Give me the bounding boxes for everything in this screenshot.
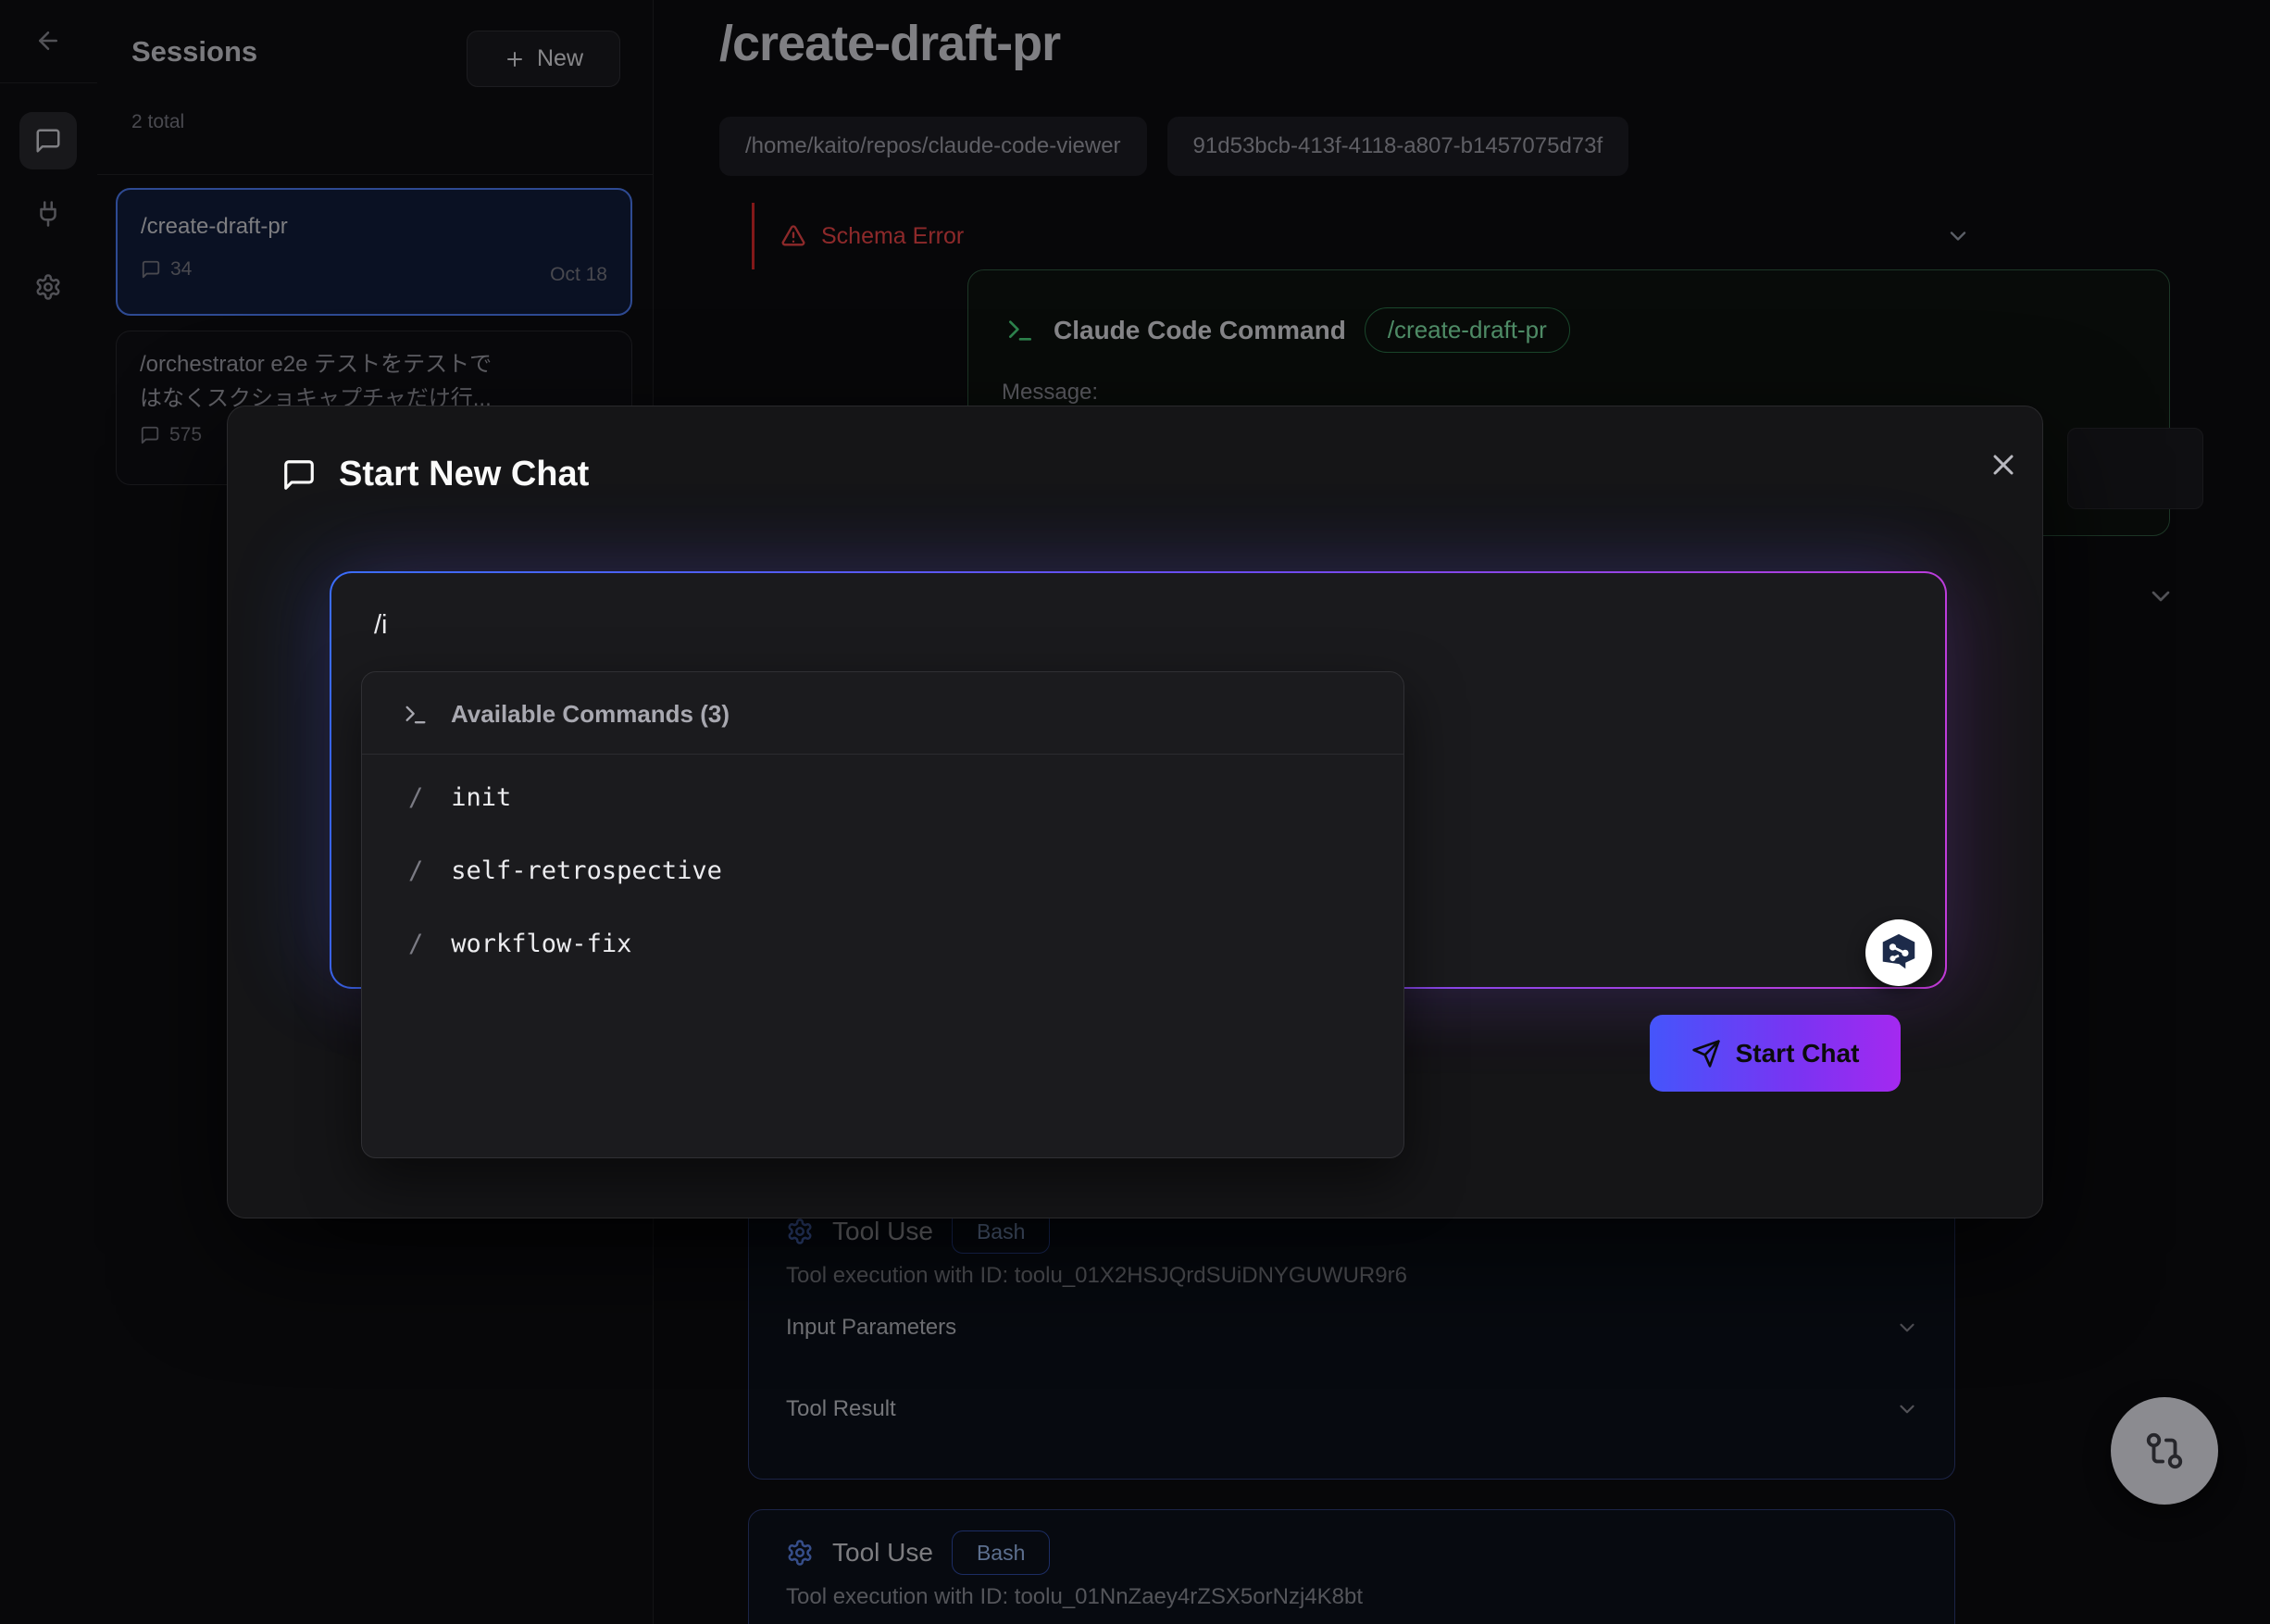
modal-title: Start New Chat: [339, 455, 589, 494]
extension-logo-button[interactable]: [1865, 919, 1932, 986]
command-prefix: /: [408, 783, 423, 812]
command-name: self-retrospective: [451, 856, 722, 885]
dropdown-divider: [362, 754, 1403, 755]
dev-tools-fab[interactable]: [2111, 1397, 2218, 1505]
command-prefix: /: [408, 930, 423, 958]
close-icon: [1987, 448, 2020, 481]
app-root: Sessions New 2 total /create-draft-pr 34…: [0, 0, 2270, 1624]
start-chat-button[interactable]: Start Chat: [1650, 1015, 1901, 1092]
message-input-value: /i: [374, 610, 388, 641]
command-name: workflow-fix: [451, 930, 631, 958]
close-button[interactable]: [1977, 439, 2029, 491]
start-new-chat-modal: Start New Chat /i Available Commands (3)…: [227, 406, 2043, 1218]
command-item-workflow-fix[interactable]: / workflow-fix: [362, 906, 1403, 981]
command-prefix: /: [408, 856, 423, 885]
command-item-self-retrospective[interactable]: / self-retrospective: [362, 833, 1403, 907]
commands-header: Available Commands (3): [451, 700, 730, 729]
terminal-icon: [403, 702, 429, 728]
commands-dropdown: Available Commands (3) / init / self-ret…: [361, 671, 1404, 1158]
send-icon: [1691, 1039, 1721, 1068]
message-square-icon: [281, 457, 317, 493]
start-chat-label: Start Chat: [1736, 1039, 1860, 1068]
git-compare-icon: [2143, 1430, 2186, 1472]
command-name: init: [451, 783, 511, 812]
share-bubble-logo-icon: [1877, 931, 1920, 974]
command-item-init[interactable]: / init: [362, 760, 1403, 834]
